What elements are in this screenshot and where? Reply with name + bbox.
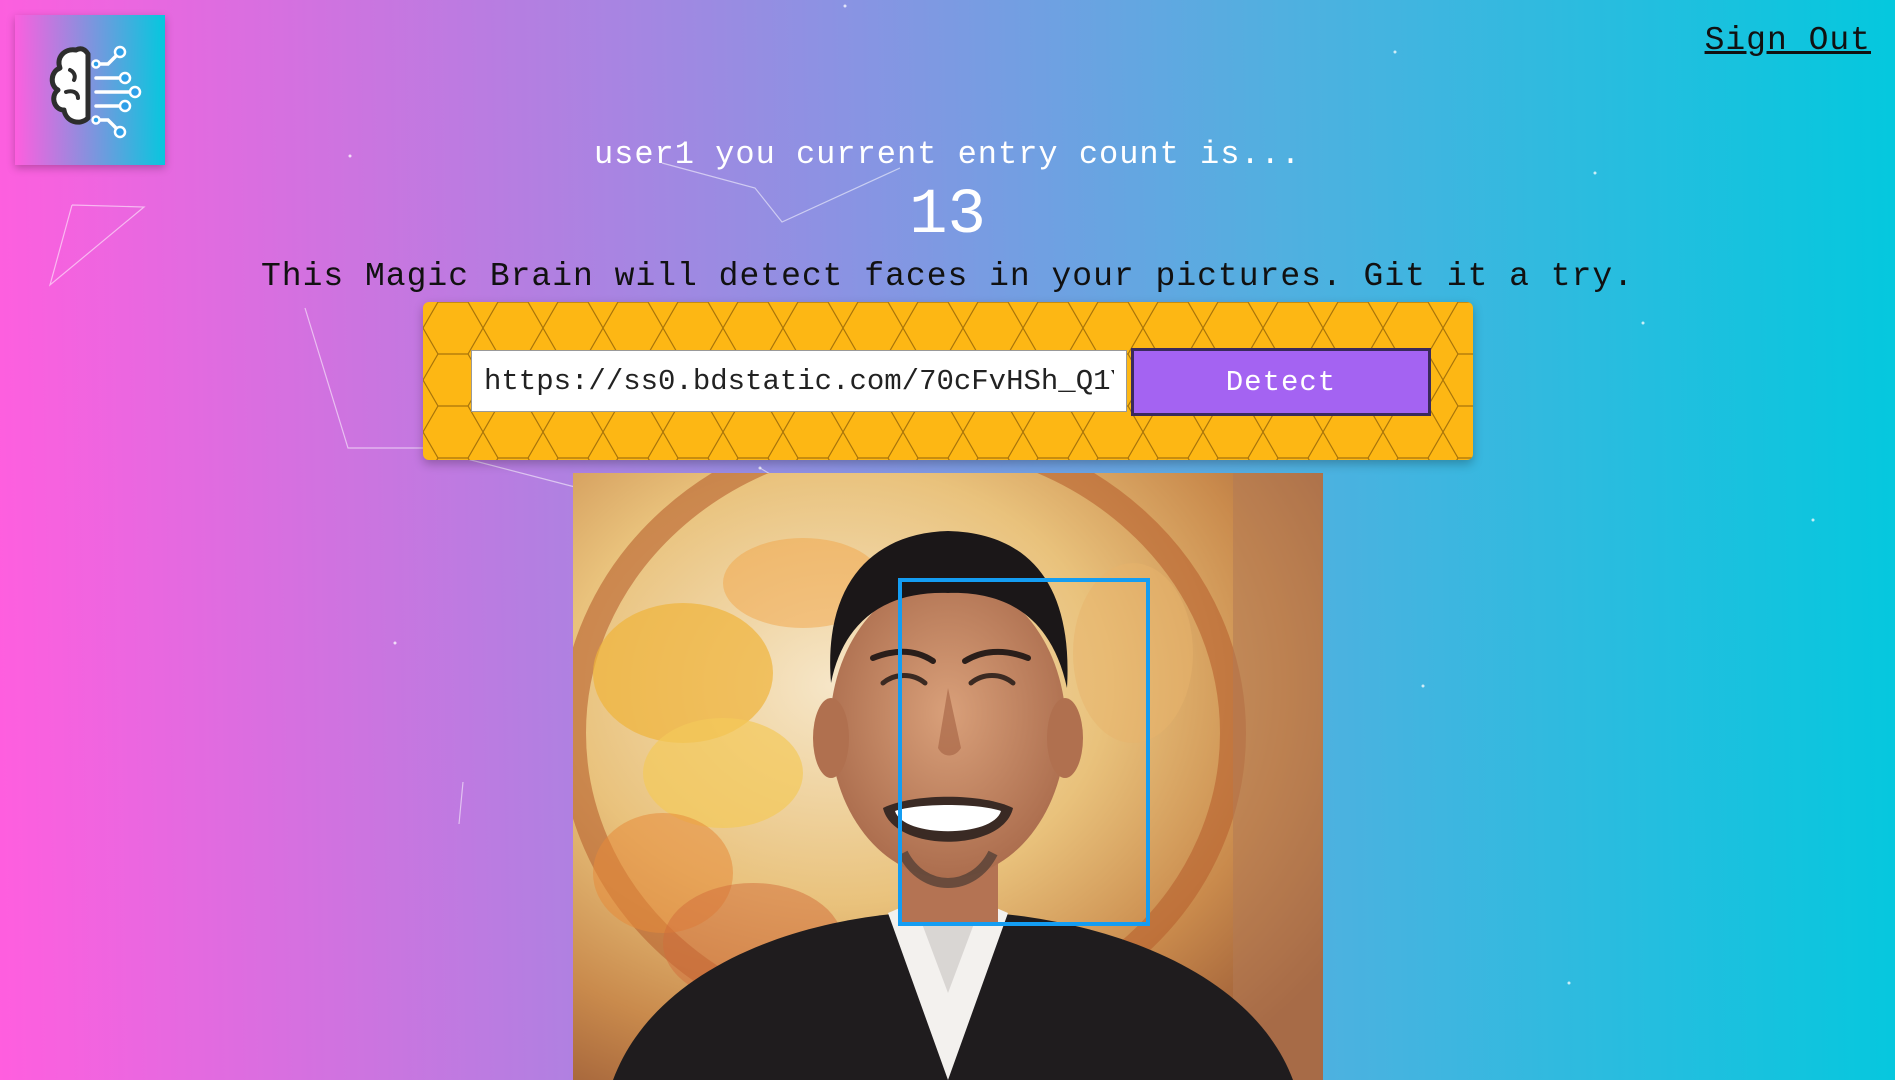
entry-count-value: 13: [909, 180, 986, 252]
image-link-form: Detect: [423, 302, 1473, 460]
brain-circuit-icon: [49, 45, 142, 139]
face-bounding-box: [898, 578, 1150, 926]
app-description: This Magic Brain will detect faces in yo…: [260, 258, 1634, 295]
sign-out-link[interactable]: Sign Out: [1705, 22, 1871, 59]
face-detection-image: [573, 473, 1323, 1080]
entry-count-label: user1 you current entry count is...: [593, 136, 1302, 173]
detect-button[interactable]: Detect: [1131, 348, 1431, 416]
image-url-input[interactable]: [471, 350, 1127, 412]
